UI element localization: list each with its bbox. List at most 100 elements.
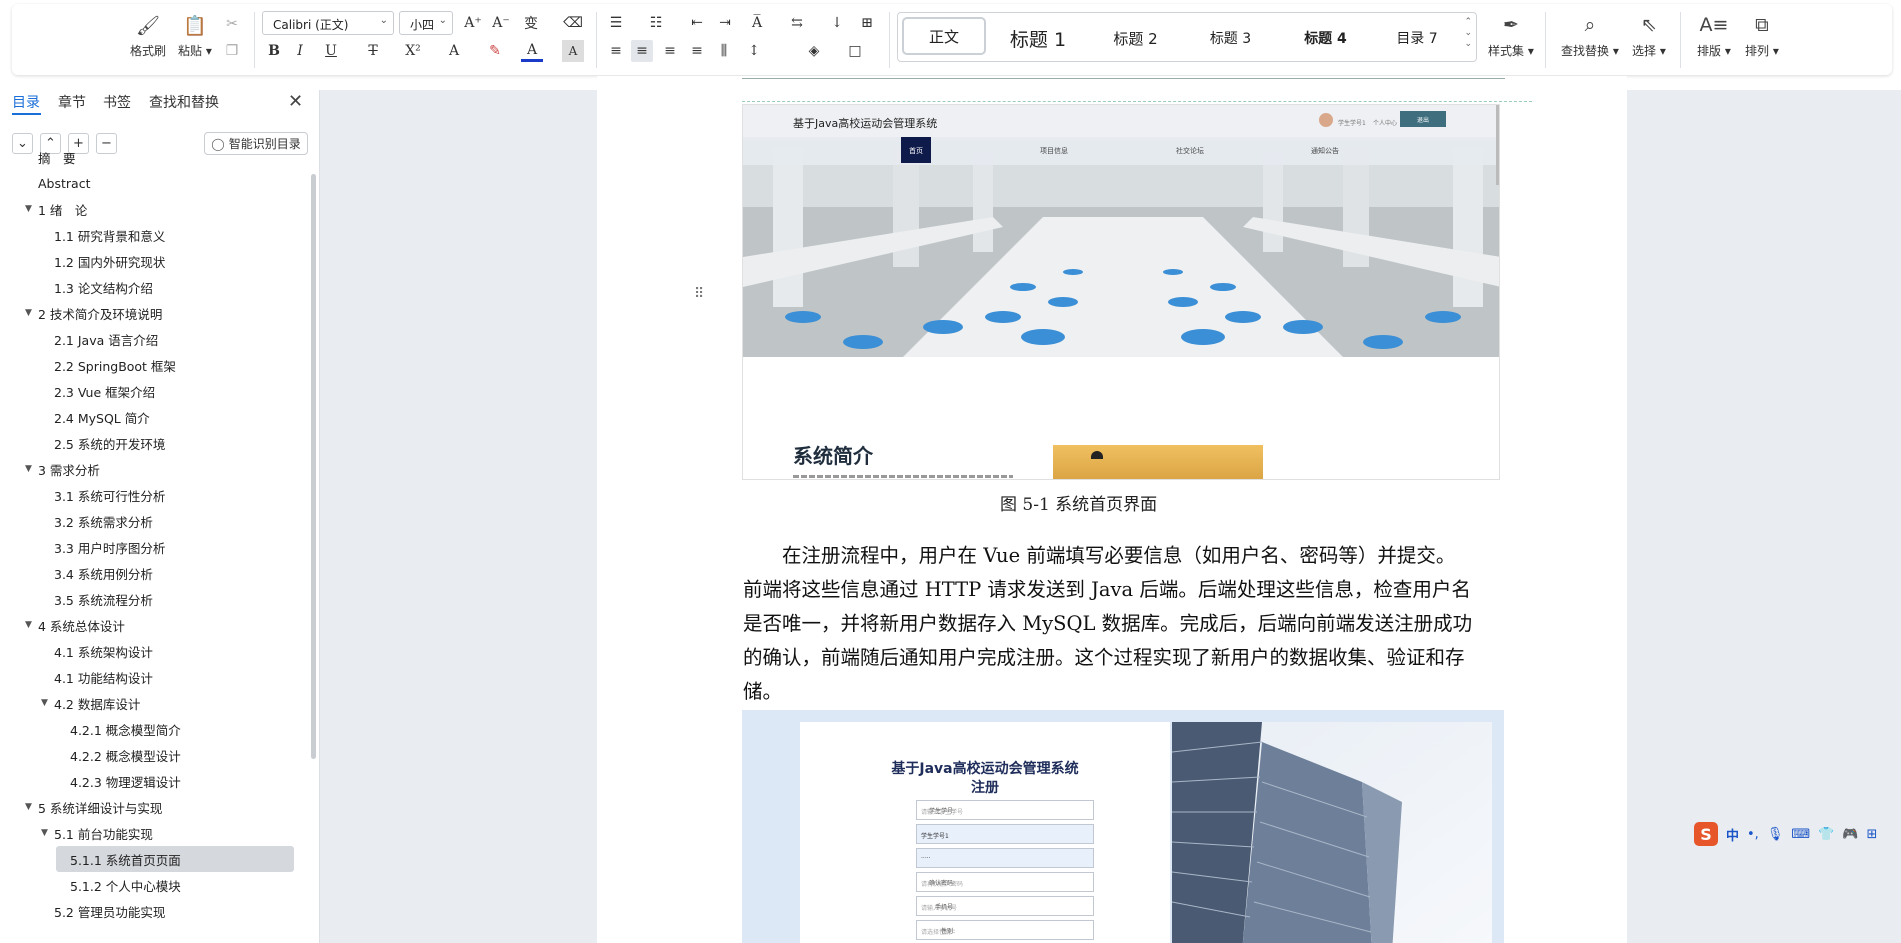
phonetic-guide-icon[interactable]: 变 [520,12,542,34]
expand-toggle-icon[interactable]: ▼ [41,698,48,708]
expand-toggle-icon[interactable]: ▼ [25,204,32,214]
field-input[interactable]: 学生学号1 [916,824,1094,844]
highlight-icon[interactable]: ✎ [484,40,506,62]
cut-icon[interactable]: ✂ [221,13,243,35]
toc-item[interactable]: 4.2.2 概念模型设计 [70,742,181,768]
toc-item[interactable]: 1.1 研究背景和意义 [54,222,165,248]
toc-item[interactable]: ▼ 4 系统总体设计 [25,612,125,638]
frame-scrollbar[interactable] [1496,105,1499,185]
style-set-button[interactable]: ✒ 样式集 ▾ [1488,12,1534,59]
style-heading-3[interactable]: 标题 3 [1188,23,1273,53]
expand-toggle-icon[interactable]: ▼ [25,308,32,318]
toc-item[interactable]: ▼ 4.2 数据库设计 [41,690,140,716]
field-input[interactable]: 请选择性别 [916,920,1094,940]
toc-item[interactable]: ▼ 1 绪 论 [25,196,87,222]
toc-item[interactable]: 5.2 管理员功能实现 [54,898,165,924]
toc-item[interactable]: 2.2 SpringBoot 框架 [54,352,176,378]
toc-item[interactable]: 4.1 系统架构设计 [54,638,153,664]
keyboard-icon[interactable]: ⌨ [1791,827,1810,842]
format-painter-button[interactable]: 🖌 格式刷 [130,12,166,59]
tab-toc[interactable]: 目录 [12,92,40,112]
grow-font-icon[interactable]: A⁺ [462,12,484,34]
expand-toggle-icon[interactable]: ▼ [41,828,48,838]
border-icon[interactable]: □ [844,40,866,62]
gallery-scroll-icon[interactable]: ⌃ ⌄ ⌄ [1464,17,1472,50]
toc-item[interactable]: 3.1 系统可行性分析 [54,482,165,508]
arrange-button[interactable]: ⧉ 排列 ▾ [1745,12,1779,59]
smart-toc-button[interactable]: ◯ 智能识别目录 [204,132,308,155]
toc-item[interactable]: 3.4 系统用例分析 [54,560,153,586]
menu-projects[interactable]: 项目信息 [1040,146,1068,156]
ime-lang[interactable]: 中 [1726,825,1739,844]
menu-home[interactable]: 首页 [901,137,931,163]
copy-icon[interactable]: ❐ [221,40,243,62]
punctuation-icon[interactable]: •, [1747,827,1759,842]
text-direction-icon[interactable]: ⇆ [786,12,808,34]
toc-item[interactable]: 5.1.1 系统首页页面 [56,846,294,872]
toc-item[interactable]: ▼ 2 技术简介及环境说明 [25,300,162,326]
paste-button[interactable]: 📋 粘贴 ▾ [178,12,212,59]
collapse-all-icon[interactable]: ⌄ [12,133,33,154]
text-size-icon[interactable]: A̅ [746,12,768,34]
toc-item[interactable]: 1.2 国内外研究现状 [54,248,165,274]
tab-chapters[interactable]: 章节 [58,92,86,112]
toc-item[interactable]: 2.3 Vue 框架介绍 [54,378,155,404]
field-input[interactable]: 请输入手机号 [916,896,1094,916]
align-left-icon[interactable]: ≡ [605,40,627,62]
toc-item[interactable]: 4.2.3 物理逻辑设计 [70,768,181,794]
style-heading-4[interactable]: 标题 4 [1283,23,1368,53]
font-size-select[interactable]: 小四 ⌄ [399,11,453,35]
font-color-icon[interactable]: A [521,40,543,62]
toc-item[interactable]: 2.4 MySQL 简介 [54,404,150,430]
menu-forum[interactable]: 社交论坛 [1176,146,1204,156]
field-input[interactable]: 请输入学生学号 [916,800,1094,820]
expand-toggle-icon[interactable]: ▼ [25,802,32,812]
decrease-indent-icon[interactable]: ⇤ [686,12,708,34]
toc-item[interactable]: 摘 要 [38,144,76,170]
skin-icon[interactable]: 👕 [1818,827,1834,842]
field-input[interactable]: ····· [916,848,1094,868]
toc-item[interactable]: 2.1 Java 语言介绍 [54,326,158,352]
increase-indent-icon[interactable]: ⇥ [714,12,736,34]
toc-item[interactable]: ▼ 5 系统详细设计与实现 [25,794,162,820]
figure-register-screenshot[interactable]: 基于Java高校运动会管理系统 注册 学生学号:请输入学生学号学生姓名:学生学号… [742,710,1504,943]
gamepad-icon[interactable]: 🎮 [1842,827,1858,842]
field-input[interactable]: 请再次输入密码 [916,872,1094,892]
align-center-icon[interactable]: ≡ [631,40,653,62]
remove-item-icon[interactable]: − [96,133,117,154]
shrink-font-icon[interactable]: A⁻ [490,12,512,34]
sort-icon[interactable]: ↓ [826,12,848,34]
style-heading-2[interactable]: 标题 2 [1093,23,1178,53]
drag-handle-icon[interactable]: ⠿ [694,286,704,302]
underline-icon[interactable]: U [320,40,342,62]
personal-center-link[interactable]: 个人中心 [1373,118,1397,127]
table-icon[interactable]: ⊞ [856,12,878,34]
strikethrough-icon[interactable]: T [362,40,384,62]
text-effect-icon[interactable]: A [443,40,465,62]
italic-icon[interactable]: I [289,40,311,62]
toc-item[interactable]: 2.5 系统的开发环境 [54,430,165,456]
mic-icon[interactable]: 🎙 [1767,827,1784,842]
toc-item[interactable]: 3.3 用户时序图分析 [54,534,165,560]
menu-notices[interactable]: 通知公告 [1311,146,1339,156]
toc-item[interactable]: ▼ 3 需求分析 [25,456,100,482]
toc-item[interactable]: 4.1 功能结构设计 [54,664,153,690]
select-button[interactable]: ⇖ 选择 ▾ [1632,12,1666,59]
font-name-select[interactable]: Calibri (正文) ⌄ [262,11,394,35]
distribute-icon[interactable]: ⫼ [713,40,735,62]
shading-icon[interactable]: ◈ [803,40,825,62]
clear-format-icon[interactable]: ⌫ [562,12,584,34]
toc-item[interactable]: 3.5 系统流程分析 [54,586,153,612]
toc-item[interactable]: 3.2 系统需求分析 [54,508,153,534]
numbered-list-icon[interactable]: ☷ [645,12,667,34]
bold-icon[interactable]: B [263,40,285,62]
toc-item[interactable]: 4.2.1 概念模型简介 [70,716,181,742]
justify-icon[interactable]: ≡ [686,40,708,62]
tab-bookmarks[interactable]: 书签 [103,92,131,112]
expand-toggle-icon[interactable]: ▼ [25,464,32,474]
toc-item[interactable]: 1.3 论文结构介绍 [54,274,153,300]
close-icon[interactable]: ✕ [288,91,303,112]
bullet-list-icon[interactable]: ☰ [605,12,627,34]
ime-toolbar[interactable]: S 中 •, 🎙 ⌨ 👕 🎮 ⊞ [1694,821,1894,847]
toc-item[interactable]: ▼ 5.1 前台功能实现 [41,820,153,846]
